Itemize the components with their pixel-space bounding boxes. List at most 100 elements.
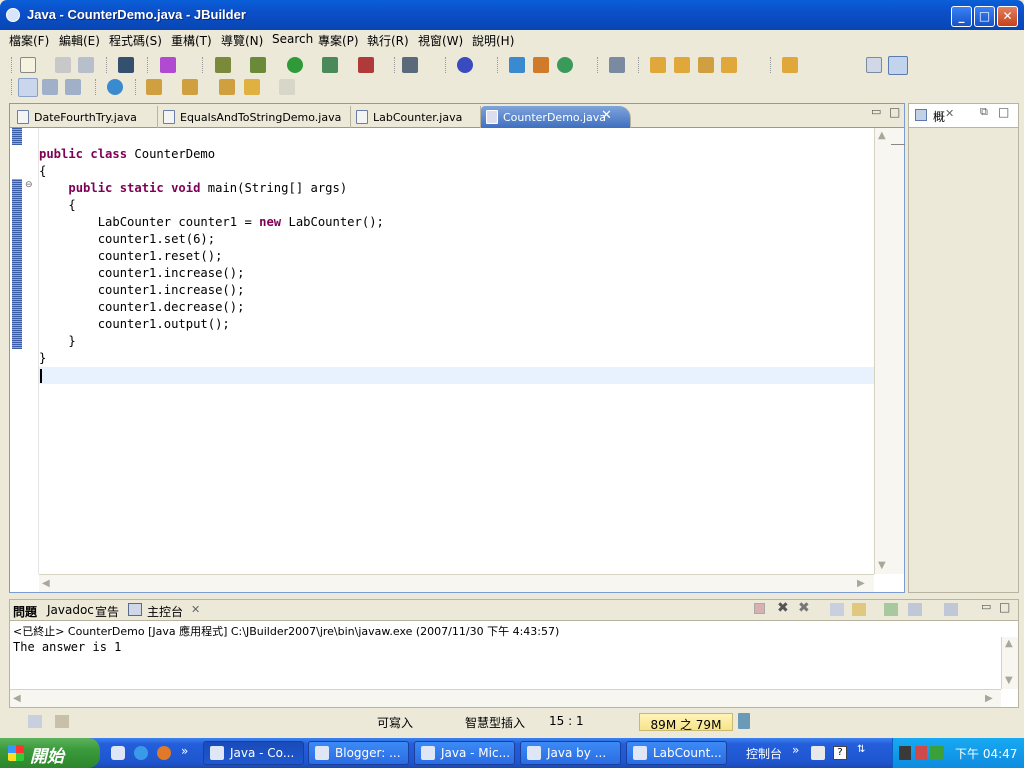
more-toolbar-icon[interactable]: » [792, 743, 799, 757]
scroll-up-icon[interactable]: ▲ [1005, 638, 1013, 649]
quicklaunch-icon[interactable] [111, 746, 125, 760]
menu-edit[interactable]: 編輯(E) [59, 32, 100, 49]
taskbar-button-java-by[interactable]: Java by ... [520, 741, 621, 765]
open-type-icon[interactable] [118, 57, 134, 73]
last-edit-icon[interactable] [219, 79, 235, 95]
menu-source[interactable]: 程式碼(S) [109, 32, 162, 49]
scroll-up-icon[interactable]: ▲ [878, 130, 886, 141]
package-icon[interactable] [533, 57, 549, 73]
close-console-icon[interactable]: ✕ [191, 603, 200, 616]
open-perspective-icon[interactable] [866, 57, 882, 73]
taskbar-control-panel[interactable]: 控制台 [746, 745, 782, 762]
folder-icon[interactable] [674, 57, 690, 73]
new-icon[interactable] [20, 57, 36, 73]
scroll-down-icon[interactable]: ▼ [1005, 675, 1013, 686]
scroll-left-icon[interactable]: ◀ [42, 578, 50, 589]
taskbar-button-java[interactable]: Java - Co... [203, 741, 304, 765]
forward-icon[interactable] [279, 79, 295, 95]
globe-icon[interactable] [107, 79, 123, 95]
scroll-down-icon[interactable]: ▼ [878, 560, 886, 571]
close-button[interactable]: ✕ [997, 6, 1018, 27]
taskbar-button-java-mic[interactable]: Java - Mic... [414, 741, 515, 765]
taskbar-button-blogger[interactable]: Blogger: ... [308, 741, 409, 765]
firefox-icon[interactable] [157, 746, 171, 760]
tab-labcounter[interactable]: LabCounter.java [351, 106, 481, 128]
close-tab-icon[interactable]: ✕ [601, 108, 612, 123]
minimize-view-icon[interactable]: ▭ [871, 105, 881, 118]
tab-datefourthtry[interactable]: DateFourthTry.java [12, 106, 158, 128]
menu-help[interactable]: 說明(H) [472, 32, 514, 49]
prev-edit-icon[interactable] [182, 79, 198, 95]
folder-open-icon[interactable] [650, 57, 666, 73]
ie-icon[interactable] [134, 746, 148, 760]
keyboard-icon[interactable] [811, 746, 825, 760]
search-icon[interactable] [402, 57, 418, 73]
tab-javadoc[interactable]: Javadoc [47, 603, 94, 617]
menu-file[interactable]: 檔案(F) [9, 32, 49, 49]
tab-declaration[interactable]: 宣告 [95, 603, 119, 620]
menu-project[interactable]: 專案(P) [318, 32, 359, 49]
run-icon[interactable] [287, 57, 303, 73]
memory-gauge[interactable]: 89M 之 79M [639, 713, 733, 732]
maximize-view-icon[interactable]: □ [889, 105, 900, 119]
print-icon[interactable] [78, 57, 94, 73]
menu-refactor[interactable]: 重構(T) [171, 32, 212, 49]
clear-console-icon[interactable] [830, 603, 844, 616]
display-console-icon[interactable] [908, 603, 922, 616]
open-console-icon[interactable] [944, 603, 958, 616]
save-icon[interactable] [55, 57, 71, 73]
close-outline-icon[interactable]: ✕ [945, 107, 954, 120]
memory-icon[interactable] [55, 715, 69, 728]
new-wizard-icon[interactable] [509, 57, 525, 73]
tab-equalsandtostringdemo[interactable]: EqualsAndToStringDemo.java [158, 106, 351, 128]
pin-icon[interactable] [698, 57, 714, 73]
horizontal-scrollbar[interactable]: ◀ ▶ [39, 574, 874, 592]
console-hscroll[interactable]: ◀ ▶ [10, 689, 1001, 707]
console-vscroll[interactable]: ▲ ▼ [1001, 637, 1018, 689]
start-button[interactable]: 開始 [0, 738, 100, 768]
new-class-icon[interactable] [557, 57, 573, 73]
minimize-button[interactable]: _ [951, 6, 972, 27]
security-icon[interactable] [915, 746, 927, 760]
maximize-button[interactable]: □ [974, 6, 995, 27]
back-icon[interactable] [244, 79, 260, 95]
tasks-icon[interactable] [609, 57, 625, 73]
sphere-icon[interactable] [457, 57, 473, 73]
menu-run[interactable]: 執行(R) [367, 32, 409, 49]
scroll-right-icon[interactable]: ▶ [985, 693, 993, 704]
trash-icon[interactable] [738, 713, 750, 729]
show-source-icon[interactable] [65, 79, 81, 95]
next-edit-icon[interactable] [146, 79, 162, 95]
console-output[interactable]: The answer is 1 [13, 640, 121, 654]
more-quicklaunch-icon[interactable]: » [181, 744, 188, 758]
folder-edit-icon[interactable] [721, 57, 737, 73]
maximize-outline-icon[interactable]: □ [998, 105, 1009, 119]
fast-view-icon[interactable] [28, 715, 42, 728]
remove-all-icon[interactable]: ✖ [798, 600, 810, 616]
folder-dropdown-icon[interactable] [782, 57, 798, 73]
menu-navigate[interactable]: 導覽(N) [221, 32, 263, 49]
tab-problems[interactable]: 問題 [13, 603, 37, 620]
help-icon[interactable]: ? [833, 746, 847, 760]
scroll-right-icon[interactable]: ▶ [857, 578, 865, 589]
build-icon[interactable] [215, 57, 231, 73]
scroll-left-icon[interactable]: ◀ [13, 693, 21, 704]
vertical-scrollbar[interactable]: ▲ ▼ [874, 128, 905, 574]
remove-launch-icon[interactable]: ✖ [777, 600, 789, 616]
menu-window[interactable]: 視窗(W) [418, 32, 463, 49]
tab-counterdemo[interactable]: CounterDemo.java ✕ [481, 106, 631, 128]
run-external-icon[interactable] [322, 57, 338, 73]
clock[interactable]: 下午 04:47 [955, 745, 1017, 762]
terminate-icon[interactable] [754, 603, 765, 614]
next-annotation-icon[interactable] [160, 57, 176, 73]
taskbar-button-labcount[interactable]: LabCount... [626, 741, 727, 765]
profile-icon[interactable] [358, 57, 374, 73]
mark-occurrences-icon[interactable] [18, 78, 38, 97]
debug-icon[interactable] [250, 57, 266, 73]
fold-collapse-icon[interactable]: ⊖ [25, 180, 33, 190]
block-selection-icon[interactable] [42, 79, 58, 95]
k-icon[interactable] [899, 746, 911, 760]
java-perspective-icon[interactable] [888, 56, 908, 75]
scroll-lock-icon[interactable] [852, 603, 866, 616]
restore-view-icon[interactable]: ⧉ [980, 105, 988, 119]
